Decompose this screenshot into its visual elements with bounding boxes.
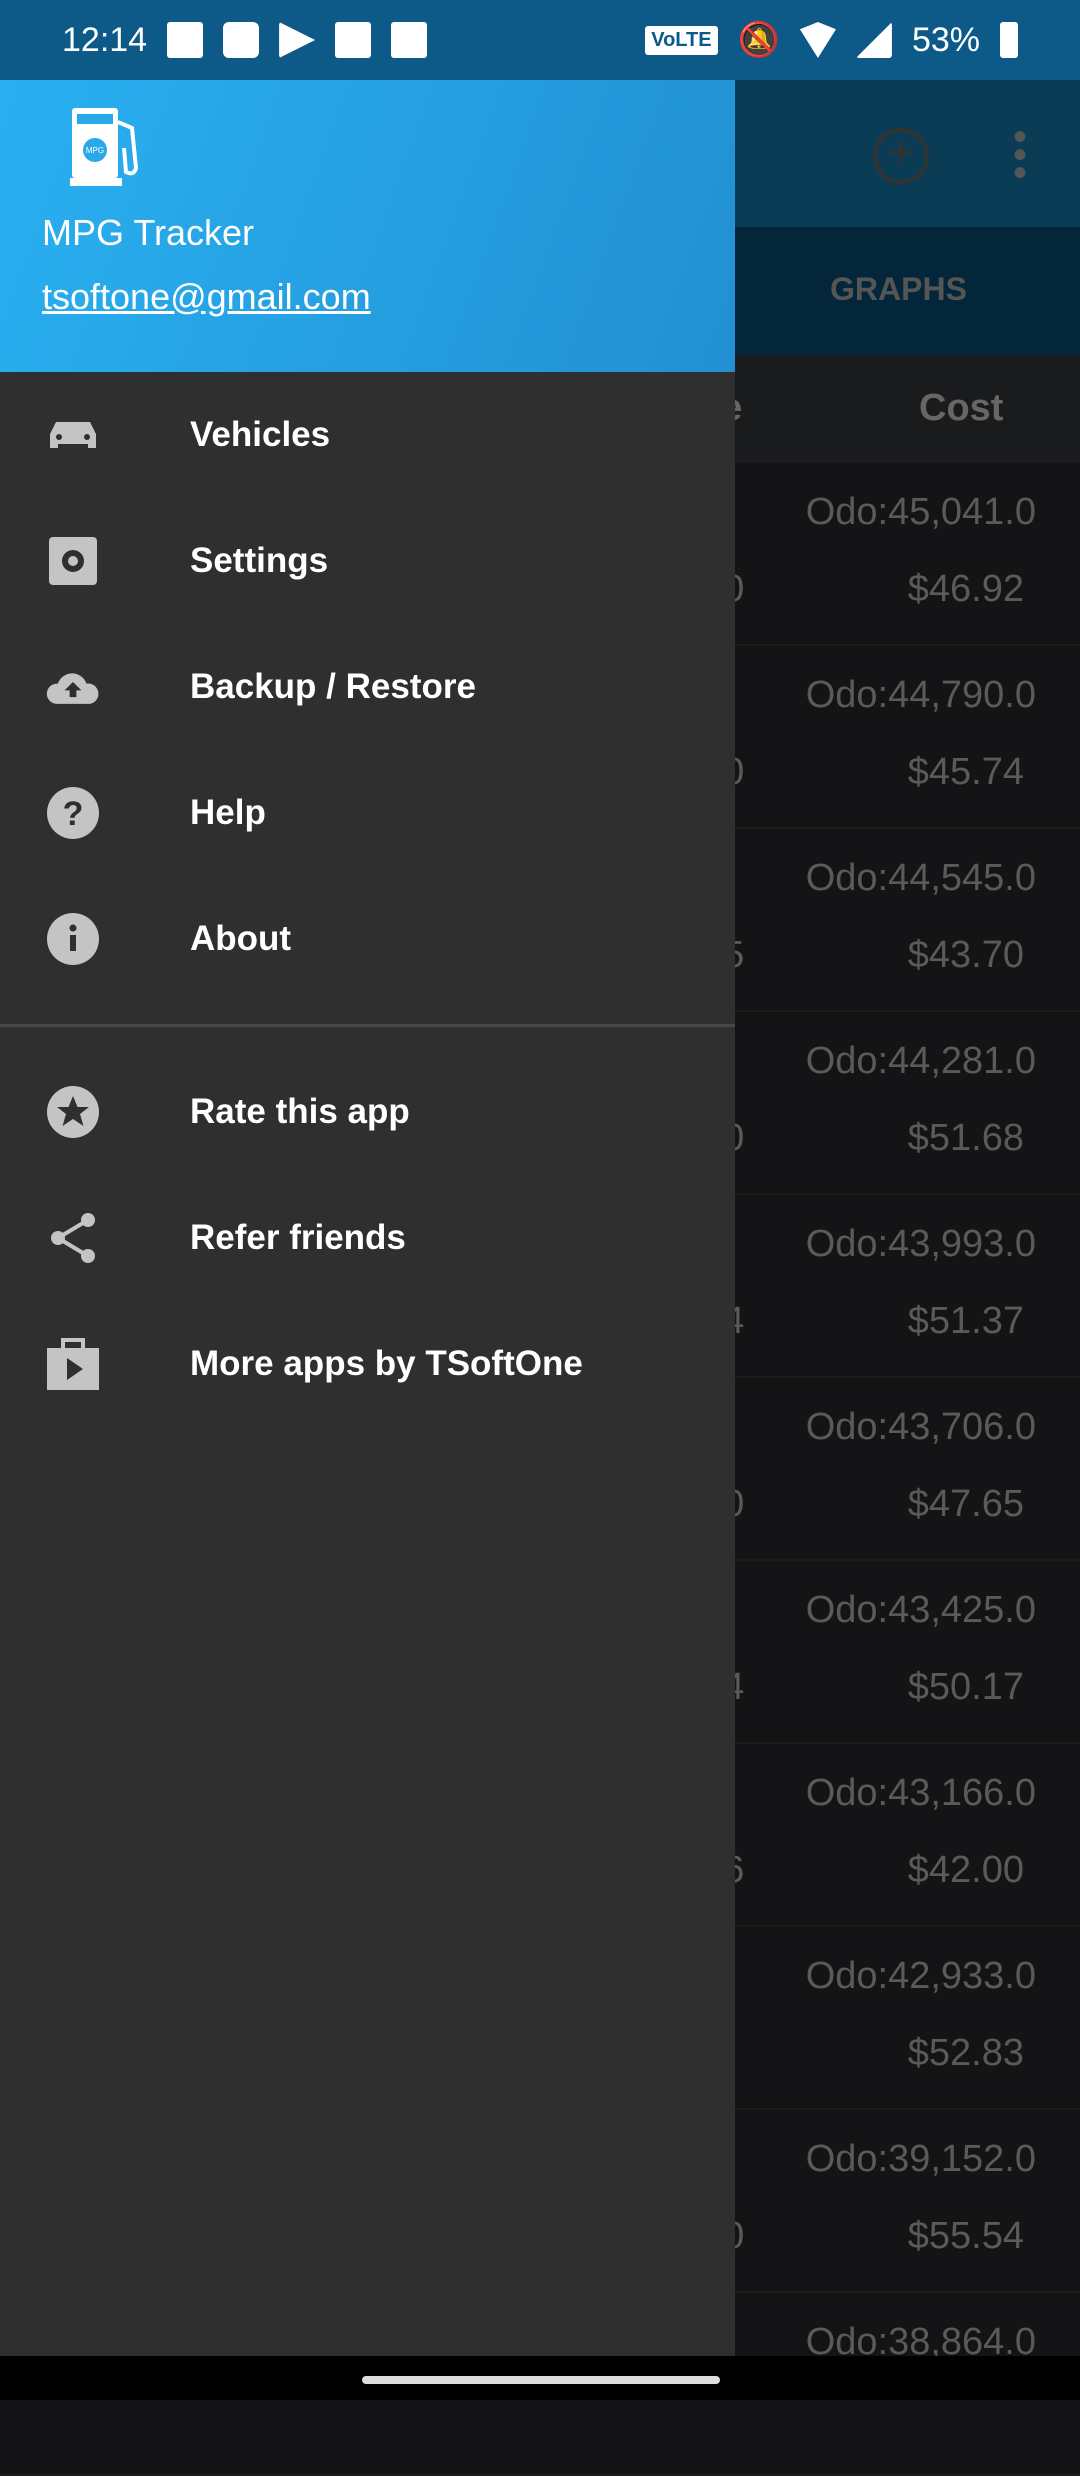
- row-cost: $52.83: [907, 2032, 1024, 2074]
- row-odometer: Odo:44,281.0: [805, 1040, 1036, 1082]
- drawer-item-backup-restore[interactable]: Backup / Restore: [0, 624, 735, 750]
- svg-text:?: ?: [63, 795, 84, 833]
- share-icon: [46, 1211, 100, 1265]
- info-icon: [46, 912, 100, 966]
- status-bar: 12:14 VoLTE 🔕 53%: [0, 0, 1080, 80]
- app-name: MPG Tracker: [42, 212, 255, 253]
- home-gesture-handle[interactable]: [362, 2376, 720, 2384]
- news-g-icon: [391, 22, 428, 58]
- row-odometer: Odo:45,041.0: [805, 491, 1036, 533]
- row-odometer: Odo:43,166.0: [805, 1772, 1036, 1814]
- flipboard-icon: [167, 22, 204, 58]
- gear-icon: [46, 534, 100, 588]
- row-odometer: Odo:44,545.0: [805, 857, 1036, 899]
- row-cost: $51.37: [907, 1300, 1024, 1342]
- row-odometer: Odo:43,425.0: [805, 1589, 1036, 1631]
- drawer-item-settings[interactable]: Settings: [0, 498, 735, 624]
- store-icon: [46, 1337, 100, 1391]
- play-store-icon: [279, 22, 316, 58]
- drawer-item-help[interactable]: ? Help: [0, 750, 735, 876]
- bell-off-icon: 🔕: [737, 21, 780, 59]
- drawer-item-label: Backup / Restore: [190, 667, 476, 706]
- drawer-item-label: Help: [190, 793, 266, 832]
- row-cost: $55.54: [907, 2215, 1024, 2257]
- drawer-item-label: Rate this app: [190, 1092, 410, 1131]
- drawer-item-label: About: [190, 919, 292, 958]
- row-odometer: Odo:39,152.0: [805, 2138, 1036, 2180]
- row-cost: $43.70: [907, 934, 1024, 976]
- news-icon: [335, 22, 372, 58]
- help-icon: ?: [46, 786, 100, 840]
- clock: 12:14: [62, 20, 148, 59]
- row-odometer: Odo:44,790.0: [805, 674, 1036, 716]
- signal-icon: [855, 22, 892, 58]
- wifi-icon: [799, 22, 836, 58]
- cloud-upload-icon: [46, 660, 100, 714]
- drawer-item-more-apps[interactable]: More apps by TSoftOne: [0, 1301, 735, 1427]
- row-odometer: Odo:43,706.0: [805, 1406, 1036, 1448]
- volte-icon: VoLTE: [645, 25, 718, 55]
- drawer-header: MPG MPG Tracker tsoftone@gmail.com: [0, 80, 735, 372]
- drawer-item-label: Settings: [190, 541, 329, 580]
- drawer-item-label: More apps by TSoftOne: [190, 1344, 583, 1383]
- battery-text: 53%: [911, 20, 980, 59]
- drawer-item-rate-app[interactable]: Rate this app: [0, 1049, 735, 1175]
- svg-text:MPG: MPG: [86, 146, 104, 155]
- more-vert-icon[interactable]: • • •: [1010, 117, 1030, 193]
- row-odometer: Odo:42,933.0: [805, 1955, 1036, 1997]
- system-nav-bar: [0, 2356, 1080, 2400]
- star-icon: [46, 1085, 100, 1139]
- tab-graphs[interactable]: GRAPHS: [830, 271, 967, 308]
- drawer-divider: [0, 1024, 735, 1027]
- header-cost: Cost: [919, 387, 1004, 429]
- mail-icon: [223, 22, 260, 58]
- drawer-item-vehicles[interactable]: Vehicles: [0, 372, 735, 498]
- row-odometer: Odo:43,993.0: [805, 1223, 1036, 1265]
- navigation-drawer: MPG MPG Tracker tsoftone@gmail.com Vehic…: [0, 80, 735, 2356]
- row-cost: $45.74: [907, 751, 1024, 793]
- fuel-pump-icon: MPG: [70, 108, 139, 186]
- drawer-item-label: Refer friends: [190, 1218, 406, 1257]
- drawer-item-refer-friends[interactable]: Refer friends: [0, 1175, 735, 1301]
- account-email[interactable]: tsoftone@gmail.com: [42, 276, 371, 318]
- row-cost: $42.00: [907, 1849, 1024, 1891]
- row-cost: $47.65: [907, 1483, 1024, 1525]
- row-cost: $46.92: [907, 568, 1024, 610]
- drawer-item-label: Vehicles: [190, 415, 331, 454]
- row-cost: $50.17: [907, 1666, 1024, 1708]
- drawer-item-about[interactable]: About: [0, 876, 735, 1002]
- plus-circle-icon[interactable]: +: [873, 128, 929, 184]
- battery-charging-icon: [1000, 22, 1018, 58]
- row-cost: $51.68: [907, 1117, 1024, 1159]
- drawer-menu: Vehicles Settings Backup / Restore ? Hel…: [0, 372, 735, 1427]
- car-icon: [46, 408, 100, 462]
